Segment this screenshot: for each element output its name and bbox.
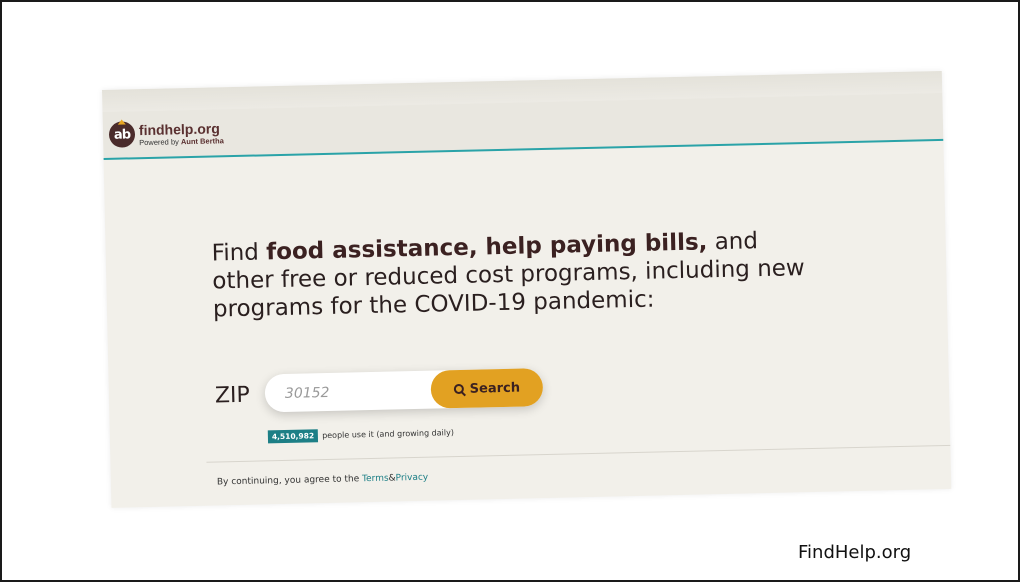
legal-notice: By continuing, you agree to the Terms&Pr… [217,473,429,488]
usage-count-row: 4,510,982 people use it (and growing dail… [267,428,455,444]
hero-headline: Find food assistance, help paying bills,… [211,226,813,324]
logo-glyph: ab [113,126,131,143]
divider [206,444,952,463]
zip-input[interactable] [282,378,428,406]
search-button-label: Search [469,380,521,397]
privacy-link[interactable]: Privacy [396,473,429,484]
headline-part1: Find [211,239,267,267]
brand-name[interactable]: findhelp.org [139,120,220,138]
search-icon [453,383,464,395]
usage-text: people use it (and growing daily) [322,428,455,441]
slide-caption: FindHelp.org [798,542,912,563]
terms-link[interactable]: Terms [362,474,389,485]
website-screenshot: ab findhelp.org Powered by Aunt Bertha F… [102,70,952,508]
brand-sub-prefix: Powered by [139,137,179,148]
legal-prefix: By continuing, you agree to the [216,474,360,488]
search-button[interactable]: Search [430,368,544,409]
slide-frame: ab findhelp.org Powered by Aunt Bertha F… [0,0,1020,582]
findhelp-logo-icon[interactable]: ab [108,121,136,148]
brand-tagline: Powered by Aunt Bertha [139,136,224,147]
brand-sub-name: Aunt Bertha [180,136,224,147]
usage-count-badge: 4,510,982 [267,429,319,444]
search-box: Search [264,368,544,413]
zip-label: ZIP [214,382,251,409]
zip-search-row: ZIP Search [215,368,544,416]
